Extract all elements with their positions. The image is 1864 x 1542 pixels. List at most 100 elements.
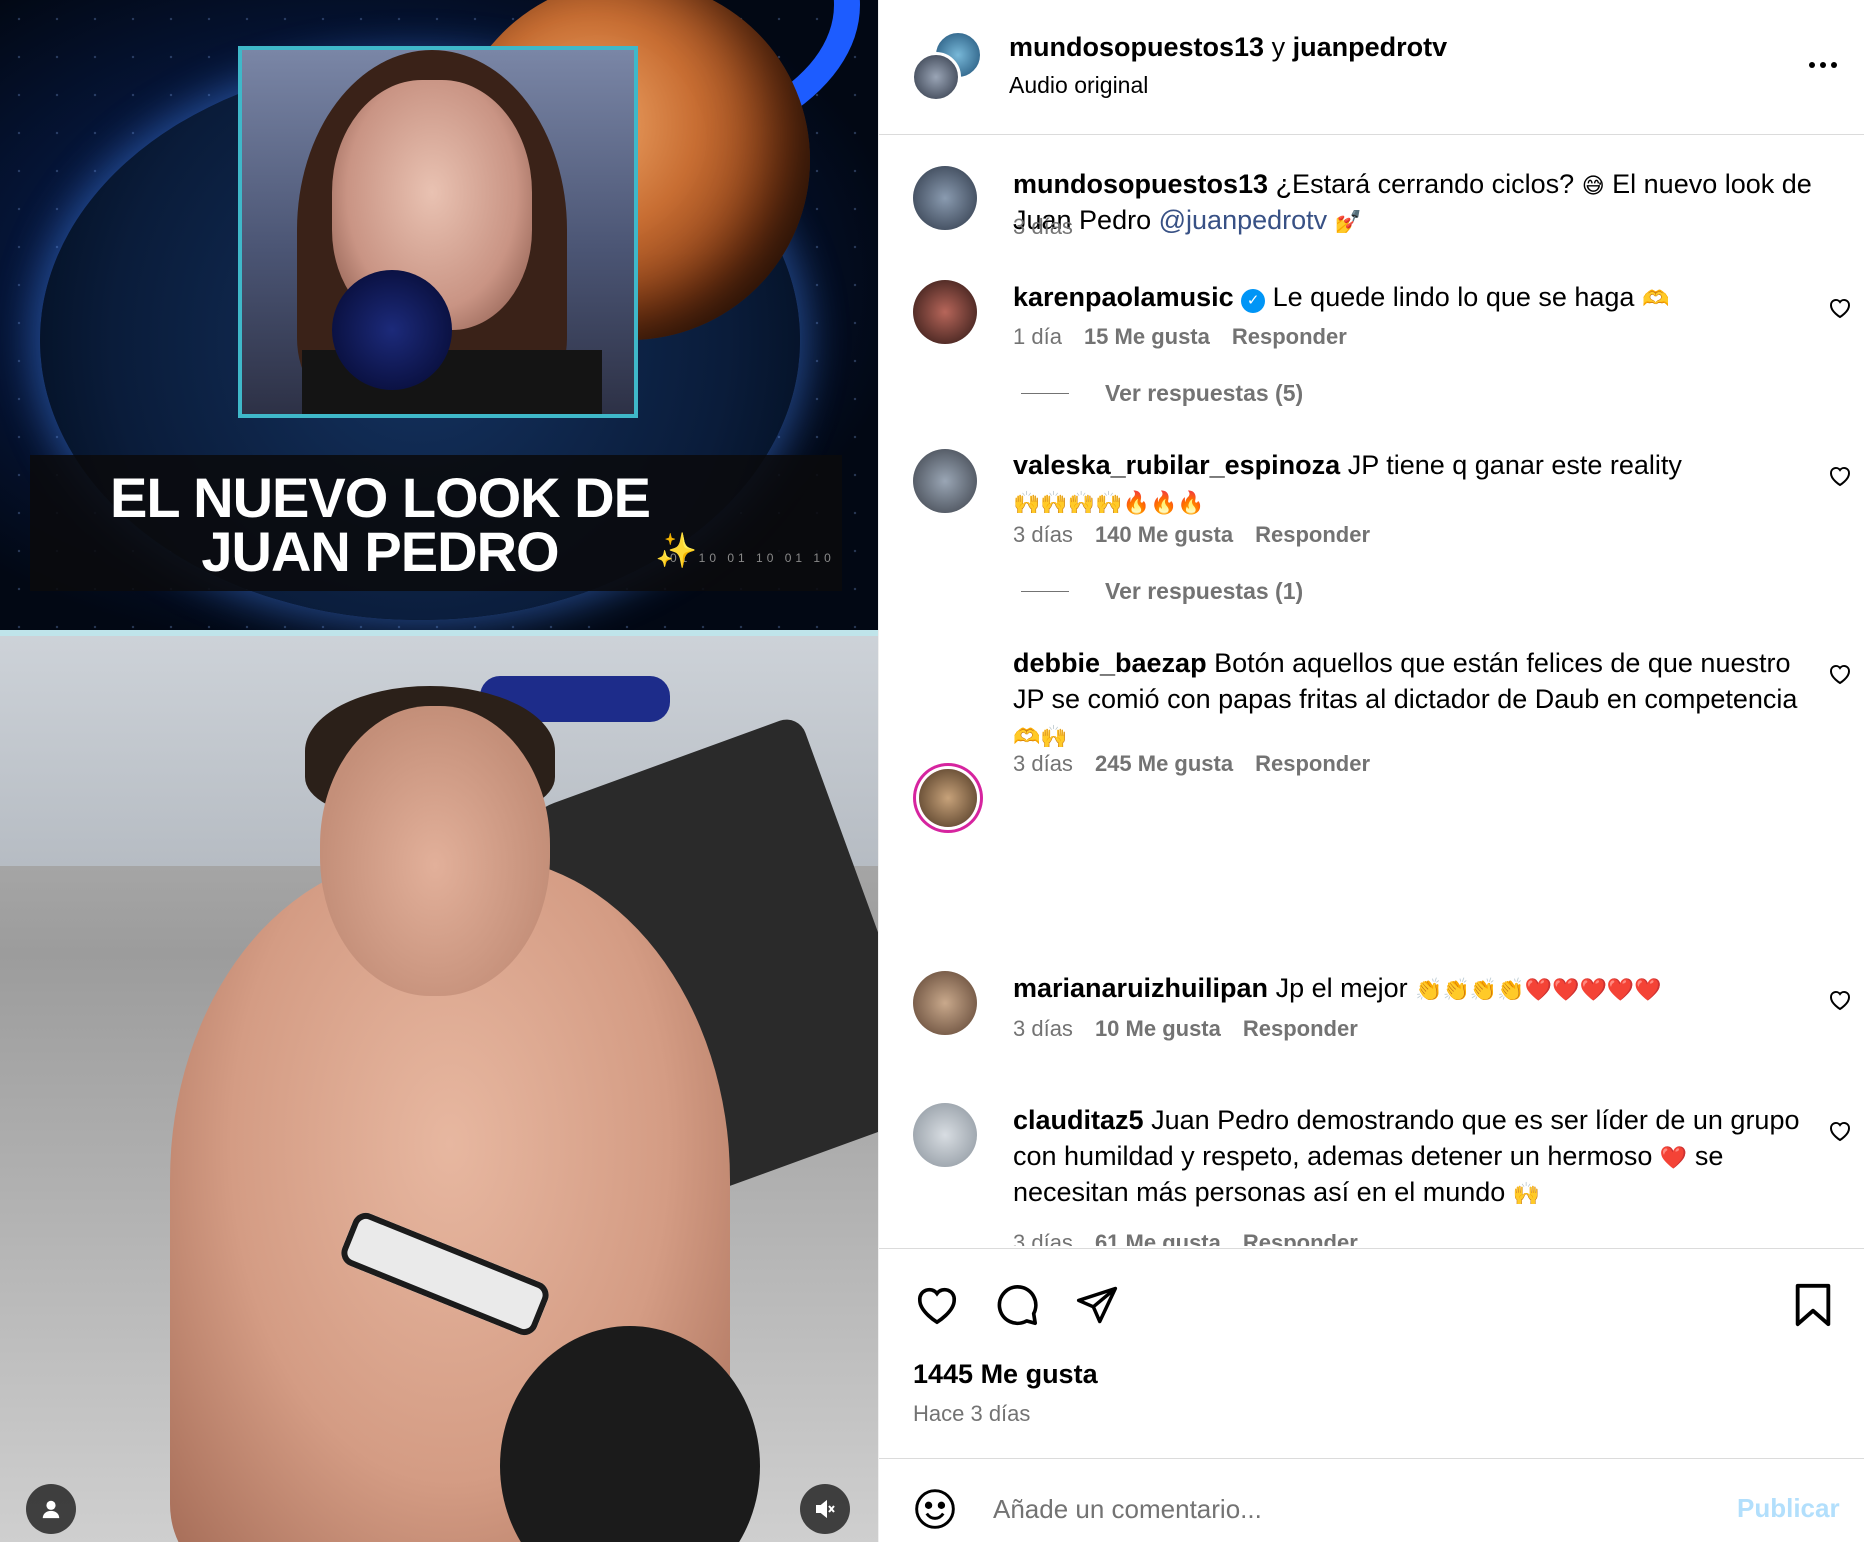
- comment-icon: [997, 1285, 1038, 1326]
- caption-time[interactable]: 3 días: [1013, 214, 1073, 239]
- comment-meta: 3 días 245 Me gusta Responder: [1013, 751, 1370, 777]
- video-title-banner: EL NUEVO LOOK DE JUAN PEDRO 01 10 01 10 …: [30, 455, 842, 591]
- comment-emoji-mid: ❤️: [1659, 1145, 1688, 1170]
- comment-meta: 3 días 10 Me gusta Responder: [1013, 1016, 1358, 1042]
- post-side-panel: mundosopuestos13 y juanpedrotv Audio ori…: [878, 0, 1864, 1542]
- comment-text: debbie_baezap Botón aquellos que están f…: [1013, 645, 1813, 753]
- caption-text: mundosopuestos13 ¿Estará cerrando ciclos…: [1013, 166, 1813, 238]
- avatar[interactable]: [913, 280, 977, 344]
- heart-icon: [1830, 298, 1850, 319]
- avatar[interactable]: [913, 1103, 977, 1167]
- comment-meta: 3 días 140 Me gusta Responder: [1013, 522, 1370, 548]
- avatar[interactable]: [913, 166, 977, 230]
- replies-line: [1021, 393, 1069, 394]
- comment-like-button[interactable]: [1827, 661, 1853, 687]
- heart-icon: [1830, 990, 1850, 1011]
- comment-text: karenpaolamusic ✓ Le quede lindo lo que …: [1013, 279, 1813, 315]
- save-button[interactable]: [1789, 1281, 1837, 1329]
- heart-icon: [918, 1287, 956, 1325]
- heart-icon: [1830, 664, 1850, 685]
- comment-composer: Publicar: [879, 1458, 1864, 1542]
- comments-list[interactable]: mundosopuestos13 ¿Estará cerrando ciclos…: [879, 136, 1864, 1246]
- user-icon: [42, 1500, 60, 1519]
- mute-button[interactable]: [800, 1484, 850, 1534]
- comment-likes[interactable]: 10 Me gusta: [1095, 1016, 1221, 1041]
- reply-button[interactable]: Responder: [1255, 522, 1370, 547]
- comment-text: clauditaz5 Juan Pedro demostrando que es…: [1013, 1102, 1813, 1210]
- collab-avatars[interactable]: [911, 30, 983, 102]
- comment-time[interactable]: 3 días: [1013, 522, 1073, 547]
- comment-username[interactable]: karenpaolamusic: [1013, 282, 1234, 312]
- video-title: EL NUEVO LOOK DE JUAN PEDRO: [110, 466, 651, 583]
- comment-button[interactable]: [993, 1281, 1041, 1329]
- smiley-icon: [915, 1489, 955, 1529]
- tagged-users-button[interactable]: [26, 1484, 76, 1534]
- comment-username[interactable]: debbie_baezap: [1013, 648, 1207, 678]
- replies-line: [1021, 591, 1069, 592]
- comment-input[interactable]: [993, 1485, 1693, 1533]
- view-replies-button[interactable]: Ver respuestas (5): [1021, 380, 1303, 407]
- comment-emojis: 👏👏👏👏❤️❤️❤️❤️❤️: [1415, 977, 1662, 1002]
- media-top-frame: EL NUEVO LOOK DE JUAN PEDRO 01 10 01 10 …: [0, 0, 878, 632]
- caption-meta: 3 días: [1013, 214, 1073, 240]
- comment-emojis: 🙌🙌🙌🙌🔥🔥🔥: [1013, 490, 1205, 515]
- post-timestamp[interactable]: Hace 3 días: [913, 1401, 1030, 1427]
- avatar[interactable]: [913, 449, 977, 513]
- comment-username[interactable]: marianaruizhuilipan: [1013, 973, 1268, 1003]
- send-icon: [1076, 1286, 1118, 1324]
- microphone: [332, 270, 452, 390]
- avatar[interactable]: [913, 971, 977, 1035]
- comment-like-button[interactable]: [1827, 987, 1853, 1013]
- reply-button[interactable]: Responder: [1255, 751, 1370, 776]
- comment-meta: 1 día 15 Me gusta Responder: [1013, 324, 1347, 350]
- caption-mention[interactable]: @juanpedrotv: [1159, 205, 1328, 235]
- comment-emojis: 🫶: [1641, 286, 1670, 311]
- comment-text: valeska_rubilar_espinoza JP tiene q gana…: [1013, 447, 1813, 519]
- comment-text: marianaruizhuilipan Jp el mejor 👏👏👏👏❤️❤️…: [1013, 970, 1813, 1006]
- emoji-picker-button[interactable]: [913, 1487, 957, 1531]
- header-user-1[interactable]: mundosopuestos13: [1009, 32, 1264, 62]
- view-replies-label: Ver respuestas (5): [1105, 380, 1304, 406]
- comment-body: JP tiene q ganar este reality: [1347, 450, 1682, 480]
- post-header: mundosopuestos13 y juanpedrotv Audio ori…: [879, 0, 1864, 135]
- header-connector: y: [1271, 32, 1286, 62]
- publish-button[interactable]: Publicar: [1737, 1493, 1840, 1524]
- caption-emoji-1: 😅: [1581, 173, 1605, 198]
- comment-likes[interactable]: 140 Me gusta: [1095, 522, 1233, 547]
- likes-count[interactable]: 1445 Me gusta: [913, 1359, 1098, 1390]
- host-photo: [238, 46, 638, 418]
- comment-like-button[interactable]: [1827, 1118, 1853, 1144]
- comment-username[interactable]: clauditaz5: [1013, 1105, 1144, 1135]
- heart-icon: [1830, 466, 1850, 487]
- share-button[interactable]: [1073, 1281, 1121, 1329]
- heart-icon: [1830, 1121, 1850, 1142]
- comment-body: Jp el mejor: [1275, 973, 1408, 1003]
- comment-likes[interactable]: 61 Me gusta: [1095, 1230, 1221, 1246]
- post-actions: 1445 Me gusta Hace 3 días: [879, 1248, 1864, 1458]
- reply-button[interactable]: Responder: [1243, 1230, 1358, 1246]
- view-replies-label: Ver respuestas (1): [1105, 578, 1304, 604]
- audio-original-link[interactable]: Audio original: [1009, 72, 1148, 99]
- header-user-2[interactable]: juanpedrotv: [1293, 32, 1448, 62]
- caption-username[interactable]: mundosopuestos13: [1013, 169, 1268, 199]
- comment-time[interactable]: 3 días: [1013, 1016, 1073, 1041]
- avatar: [911, 52, 961, 102]
- comment-time[interactable]: 3 días: [1013, 751, 1073, 776]
- comment-like-button[interactable]: [1827, 463, 1853, 489]
- reply-button[interactable]: Responder: [1232, 324, 1347, 349]
- comment-time[interactable]: 3 días: [1013, 1230, 1073, 1246]
- more-horizontal-icon: [1809, 62, 1815, 68]
- more-options-button[interactable]: [1803, 50, 1843, 80]
- reply-button[interactable]: Responder: [1243, 1016, 1358, 1041]
- avatar[interactable]: [919, 769, 977, 827]
- comment-username[interactable]: valeska_rubilar_espinoza: [1013, 450, 1340, 480]
- comment-likes[interactable]: 15 Me gusta: [1084, 324, 1210, 349]
- comment-like-button[interactable]: [1827, 295, 1853, 321]
- comment-time[interactable]: 1 día: [1013, 324, 1062, 349]
- barber-head: [320, 706, 550, 996]
- post-media[interactable]: EL NUEVO LOOK DE JUAN PEDRO 01 10 01 10 …: [0, 0, 878, 1542]
- caption-body-1: ¿Estará cerrando ciclos?: [1275, 169, 1575, 199]
- comment-likes[interactable]: 245 Me gusta: [1095, 751, 1233, 776]
- view-replies-button[interactable]: Ver respuestas (1): [1021, 578, 1303, 605]
- like-button[interactable]: [913, 1281, 961, 1329]
